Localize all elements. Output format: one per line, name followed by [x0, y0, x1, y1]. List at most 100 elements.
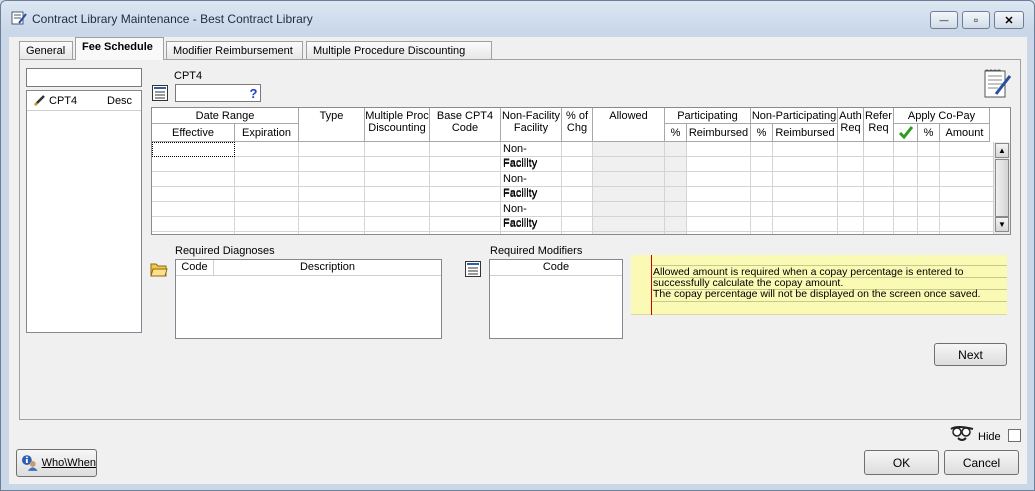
grid-cell[interactable]: [152, 187, 235, 202]
grid-cell[interactable]: [365, 202, 430, 217]
facility-type-cell[interactable]: Facility: [501, 217, 562, 232]
grid-cell[interactable]: [235, 142, 299, 157]
grid-cell[interactable]: [894, 187, 918, 202]
grid-cell[interactable]: [665, 172, 687, 187]
grid-cell[interactable]: [773, 232, 838, 234]
grid-cell[interactable]: [430, 142, 501, 157]
facility-type-cell[interactable]: Non-Facility: [501, 142, 562, 169]
base-cpt4-header[interactable]: Base CPT4 Code: [430, 108, 501, 142]
grid-cell[interactable]: [593, 142, 665, 157]
list-view-icon[interactable]: [151, 84, 169, 102]
grid-cell[interactable]: [751, 202, 773, 217]
diag-description-header[interactable]: Description: [214, 260, 441, 276]
grid-cell[interactable]: [864, 172, 894, 187]
grid-cell[interactable]: [665, 232, 687, 234]
copay-pct-header[interactable]: %: [918, 124, 940, 142]
required-modifiers-list[interactable]: Code: [489, 259, 623, 339]
grid-cell[interactable]: [838, 157, 864, 172]
non-participating-pct-header[interactable]: %: [751, 124, 773, 142]
tab-fee-schedule[interactable]: Fee Schedule: [75, 37, 164, 60]
maximize-button[interactable]: ▫: [962, 11, 990, 29]
grid-cell[interactable]: [665, 202, 687, 217]
notepad-icon[interactable]: [982, 68, 1012, 100]
grid-cell[interactable]: [918, 217, 940, 232]
hide-checkbox[interactable]: [1008, 429, 1021, 442]
grid-cell[interactable]: [593, 232, 665, 234]
grid-cell[interactable]: [299, 157, 365, 172]
grid-cell[interactable]: [235, 217, 299, 232]
grid-cell[interactable]: [918, 172, 940, 187]
cancel-button[interactable]: Cancel: [944, 450, 1019, 475]
grid-cell[interactable]: [235, 187, 299, 202]
grid-cell[interactable]: [940, 187, 994, 202]
help-lookup-icon[interactable]: ?: [247, 85, 260, 101]
grid-cell[interactable]: [918, 157, 940, 172]
scroll-down-button[interactable]: ▼: [995, 217, 1009, 232]
grid-cell[interactable]: [152, 202, 235, 217]
expiration-header[interactable]: Expiration: [235, 124, 299, 142]
non-participating-reimbursed-header[interactable]: Reimbursed: [773, 124, 838, 142]
grid-cell[interactable]: [894, 232, 918, 234]
grid-cell[interactable]: [365, 157, 430, 172]
diag-code-header[interactable]: Code: [176, 260, 214, 276]
grid-cell[interactable]: [430, 232, 501, 234]
ok-button[interactable]: OK: [864, 450, 939, 475]
grid-cell[interactable]: [773, 142, 838, 157]
grid-cell[interactable]: [152, 157, 235, 172]
grid-cell[interactable]: [687, 172, 751, 187]
list-view-icon[interactable]: [464, 260, 482, 278]
grid-cell[interactable]: [864, 202, 894, 217]
grid-vertical-scrollbar[interactable]: ▲ ▼: [993, 142, 1010, 234]
copay-apply-check-header[interactable]: [894, 124, 918, 142]
grid-cell[interactable]: [864, 232, 894, 234]
grid-cell[interactable]: [235, 172, 299, 187]
grid-cell[interactable]: [687, 217, 751, 232]
participating-pct-header[interactable]: %: [665, 124, 687, 142]
tab-modifier-reimbursement[interactable]: Modifier Reimbursement: [166, 41, 303, 60]
grid-cell[interactable]: [918, 202, 940, 217]
desc-column-header[interactable]: Desc: [107, 95, 132, 107]
grid-cell[interactable]: [665, 157, 687, 172]
grid-cell[interactable]: [299, 187, 365, 202]
tab-general[interactable]: General: [19, 41, 73, 60]
grid-cell[interactable]: [751, 142, 773, 157]
facility-type-cell[interactable]: Facility: [501, 187, 562, 202]
grid-cell[interactable]: [593, 187, 665, 202]
grid-cell[interactable]: [665, 142, 687, 157]
focused-grid-cell[interactable]: [152, 142, 235, 157]
grid-cell[interactable]: [430, 202, 501, 217]
grid-cell[interactable]: [687, 202, 751, 217]
grid-cell[interactable]: [152, 217, 235, 232]
auth-req-header[interactable]: Auth Req: [838, 108, 864, 142]
grid-cell[interactable]: [430, 217, 501, 232]
participating-reimbursed-header[interactable]: Reimbursed: [687, 124, 751, 142]
grid-cell[interactable]: [918, 232, 940, 234]
grid-cell[interactable]: [299, 232, 365, 234]
grid-cell[interactable]: [773, 202, 838, 217]
grid-cell[interactable]: [687, 157, 751, 172]
grid-cell[interactable]: [235, 202, 299, 217]
grid-cell[interactable]: [593, 202, 665, 217]
grid-cell[interactable]: [940, 172, 994, 187]
grid-cell[interactable]: [430, 157, 501, 172]
grid-cell[interactable]: [365, 172, 430, 187]
grid-cell[interactable]: [299, 202, 365, 217]
grid-cell[interactable]: [562, 202, 593, 217]
grid-cell[interactable]: [838, 172, 864, 187]
next-button[interactable]: Next: [934, 343, 1007, 366]
grid-cell[interactable]: [918, 187, 940, 202]
grid-cell[interactable]: [838, 187, 864, 202]
copay-amount-header[interactable]: Amount: [940, 124, 990, 142]
grid-cell[interactable]: [665, 187, 687, 202]
fee-schedule-grid[interactable]: Date Range Effective Expiration Type Mul…: [151, 107, 1011, 235]
grid-cell[interactable]: [864, 142, 894, 157]
grid-cell[interactable]: [864, 187, 894, 202]
grid-cell[interactable]: [894, 142, 918, 157]
grid-cell[interactable]: [773, 217, 838, 232]
grid-cell[interactable]: [687, 232, 751, 234]
minimize-button[interactable]: —: [930, 11, 958, 29]
close-button[interactable]: ✕: [994, 11, 1024, 29]
grid-cell[interactable]: [562, 232, 593, 234]
grid-cell[interactable]: [593, 157, 665, 172]
facility-type-cell[interactable]: Facility: [501, 157, 562, 172]
